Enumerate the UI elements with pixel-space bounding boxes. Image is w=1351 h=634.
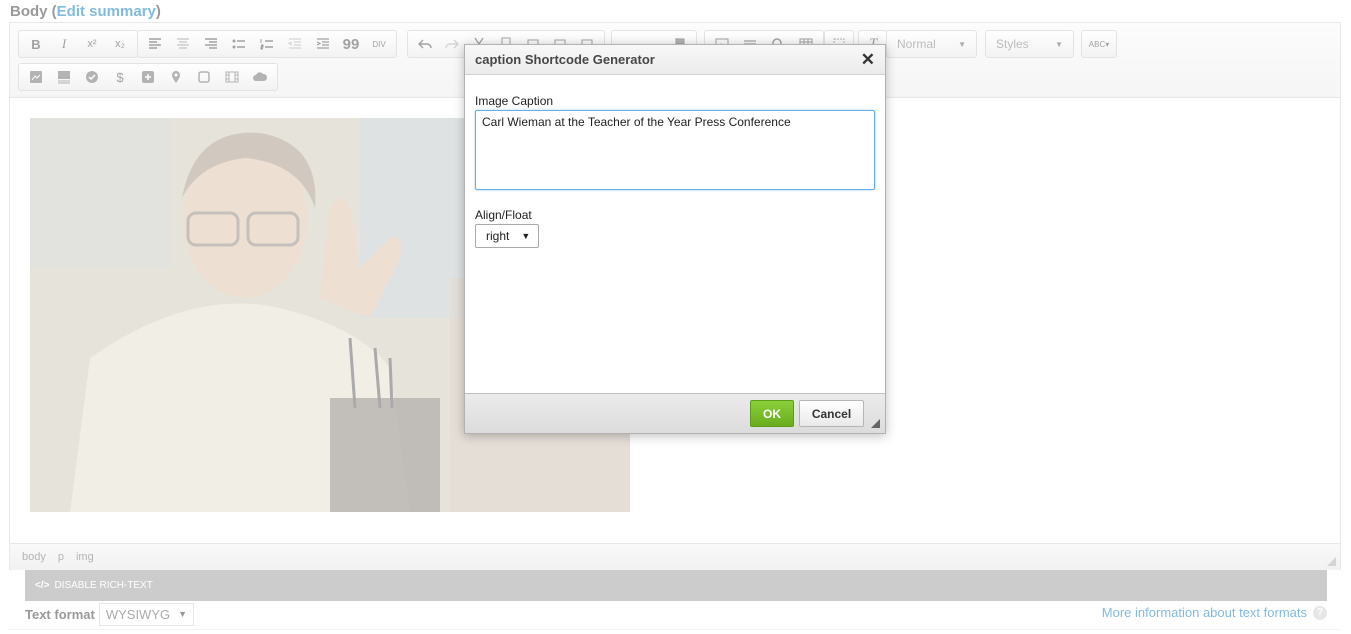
- align-label: Align/Float: [475, 208, 532, 222]
- caption-input[interactable]: Carl Wieman at the Teacher of the Year P…: [475, 110, 875, 190]
- align-select-value: right: [486, 229, 510, 243]
- cancel-button[interactable]: Cancel: [799, 400, 864, 427]
- align-select[interactable]: right ▼: [475, 224, 540, 248]
- dialog-titlebar[interactable]: caption Shortcode Generator ✕: [465, 45, 885, 75]
- caption-label: Image Caption: [475, 94, 554, 108]
- dialog-title: caption Shortcode Generator: [475, 52, 655, 67]
- caption-shortcode-dialog: caption Shortcode Generator ✕ Image Capt…: [464, 44, 886, 434]
- ok-button[interactable]: OK: [750, 400, 794, 427]
- chevron-down-icon: ▼: [521, 231, 531, 241]
- dialog-resize-handle[interactable]: [871, 419, 880, 428]
- dialog-footer: OK Cancel: [465, 393, 885, 433]
- dialog-body: Image Caption Carl Wieman at the Teacher…: [465, 75, 885, 394]
- close-icon[interactable]: ✕: [861, 51, 875, 68]
